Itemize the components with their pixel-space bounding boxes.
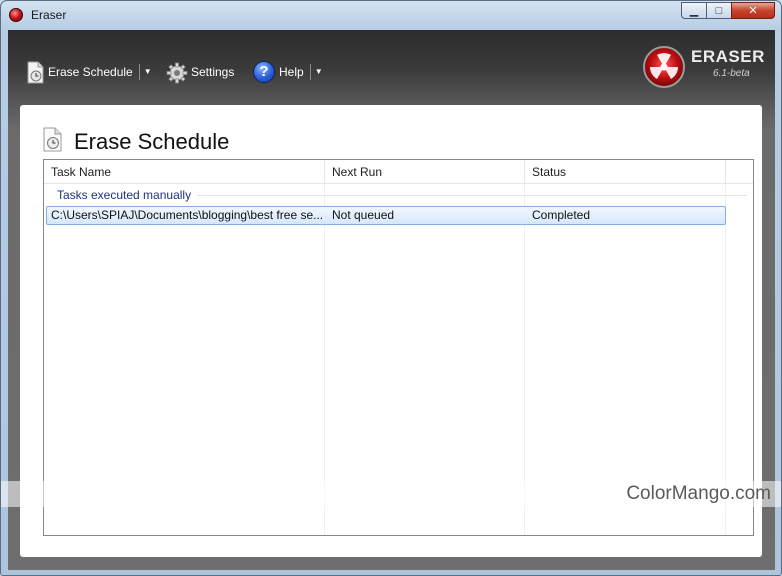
task-list[interactable]: Task Name Next Run Status Tasks executed… — [43, 159, 754, 536]
table-row[interactable]: C:\Users\SPIAJ\Documents\blogging\best f… — [46, 206, 726, 225]
minimize-button[interactable]: ▁ — [681, 2, 707, 19]
panel-header: Erase Schedule — [42, 127, 229, 156]
eraser-app-icon — [9, 8, 23, 22]
logo-version: 6.1-beta — [713, 68, 750, 79]
status-cell: Completed — [532, 208, 591, 222]
schedule-document-icon — [42, 127, 64, 156]
erase-schedule-dropdown-arrow[interactable]: ▼ — [138, 64, 152, 80]
next-run-cell: Not queued — [332, 208, 395, 222]
group-header[interactable]: Tasks executed manually — [57, 188, 747, 202]
group-label: Tasks executed manually — [57, 188, 192, 202]
erase-schedule-label: Erase Schedule — [48, 65, 133, 79]
maximize-button[interactable]: □ — [706, 2, 732, 19]
help-dropdown-arrow[interactable]: ▼ — [309, 64, 323, 80]
column-header-task-name[interactable]: Task Name — [44, 160, 325, 184]
column-header-status[interactable]: Status — [525, 160, 726, 184]
task-name-cell: C:\Users\SPIAJ\Documents\blogging\best f… — [51, 208, 323, 222]
column-header-next-run[interactable]: Next Run — [325, 160, 525, 184]
eraser-logo: ERASER 6.1-beta — [643, 44, 765, 92]
group-divider — [197, 194, 747, 196]
close-button[interactable]: ✕ — [731, 2, 775, 19]
window-title: Eraser — [31, 8, 67, 22]
toolbar: Erase Schedule ▼ Settings ? Help ▼ ERASE… — [8, 30, 775, 105]
window-controls: ▁ □ ✕ — [681, 2, 775, 19]
watermark-text: ColorMango.com — [626, 483, 771, 504]
erase-schedule-toolbar-button[interactable]: Erase Schedule ▼ — [26, 60, 152, 84]
watermark-band: ColorMango.com — [1, 481, 781, 507]
help-label: Help — [279, 65, 304, 79]
page-title: Erase Schedule — [74, 128, 230, 154]
eraser-window: Eraser ▁ □ ✕ Erase Schedule ▼ Settings ?… — [0, 0, 782, 576]
radiation-logo-icon — [643, 46, 685, 88]
settings-toolbar-button[interactable]: Settings — [165, 60, 234, 84]
column-header-filler — [726, 160, 753, 184]
title-bar[interactable]: Eraser ▁ □ ✕ — [1, 1, 781, 29]
gear-icon — [165, 61, 188, 84]
help-icon: ? — [253, 61, 275, 83]
help-toolbar-button[interactable]: ? Help ▼ — [253, 60, 323, 84]
settings-label: Settings — [191, 65, 235, 79]
logo-name: ERASER — [691, 47, 765, 66]
schedule-document-icon — [26, 61, 44, 84]
